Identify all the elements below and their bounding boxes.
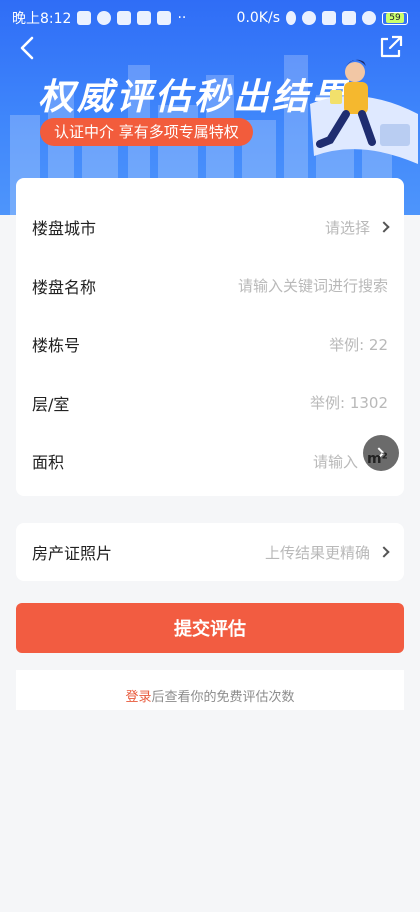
row-building-number[interactable]: 楼栋号 举例: 22: [16, 315, 404, 374]
illustration-person-icon: [310, 59, 418, 164]
battery-icon: 59: [382, 11, 408, 25]
city-placeholder: 请选择: [324, 218, 370, 237]
more-dots-icon: ··: [177, 10, 187, 26]
alarm-icon: [302, 11, 316, 25]
certificate-upload[interactable]: 上传结果更精确: [264, 542, 390, 563]
submit-evaluation-button[interactable]: 提交评估: [16, 603, 404, 653]
chevron-right-icon: [378, 546, 390, 558]
city-select[interactable]: 请选择: [324, 217, 390, 238]
signal-icon: [342, 11, 356, 25]
row-certificate[interactable]: 房产证照片 上传结果更精确: [16, 523, 404, 581]
floating-next-button[interactable]: [363, 435, 399, 471]
property-form-card: 楼盘城市 请选择 楼盘名称 请输入关键词进行搜索 楼栋号 举例: 22 层/室 …: [16, 178, 404, 496]
login-hint-text: 后查看你的免费评估次数: [151, 690, 295, 705]
area-input[interactable]: 请输入: [313, 451, 358, 472]
app-notification-icon: [97, 11, 112, 25]
row-label: 房产证照片: [32, 544, 113, 563]
login-link[interactable]: 登录: [125, 690, 151, 705]
app-notification-icon: [77, 11, 92, 25]
bluetooth-icon: [286, 11, 296, 25]
row-property-name[interactable]: 楼盘名称 请输入关键词进行搜索: [16, 257, 404, 316]
row-label: 层/室: [32, 394, 70, 414]
back-arrow-icon[interactable]: [14, 34, 42, 62]
wifi-icon: [362, 11, 376, 25]
floor-room-input[interactable]: 举例: 1302: [310, 392, 388, 413]
row-floor-room[interactable]: 层/室 举例: 1302: [16, 374, 404, 433]
certificate-card: 房产证照片 上传结果更精确: [16, 523, 404, 581]
status-time: 晚上8:12: [12, 11, 72, 27]
login-hint: 登录后查看你的免费评估次数: [16, 670, 404, 710]
app-notification-icon: [157, 11, 172, 25]
row-label: 楼盘城市: [32, 219, 97, 239]
app-notification-icon: [137, 11, 152, 25]
row-city[interactable]: 楼盘城市 请选择: [16, 198, 404, 257]
row-area[interactable]: 面积 请输入: [16, 432, 404, 491]
certificate-hint: 上传结果更精确: [264, 543, 370, 562]
row-label: 面积: [32, 453, 65, 473]
property-name-input[interactable]: 请输入关键词进行搜索: [238, 275, 388, 296]
chevron-right-icon: [378, 221, 390, 233]
app-notification-icon: [117, 11, 132, 25]
row-label: 楼栋号: [32, 336, 81, 356]
status-bar: 晚上8:12 ·· 0.0K/s 59: [0, 0, 420, 36]
privilege-badge: 认证中介 享有多项专属特权: [40, 118, 253, 146]
building-number-input[interactable]: 举例: 22: [329, 334, 388, 355]
chevron-right-icon: [373, 447, 385, 459]
row-label: 楼盘名称: [32, 277, 97, 297]
signal-icon: [322, 11, 336, 25]
network-speed: 0.0K/s: [236, 10, 280, 26]
